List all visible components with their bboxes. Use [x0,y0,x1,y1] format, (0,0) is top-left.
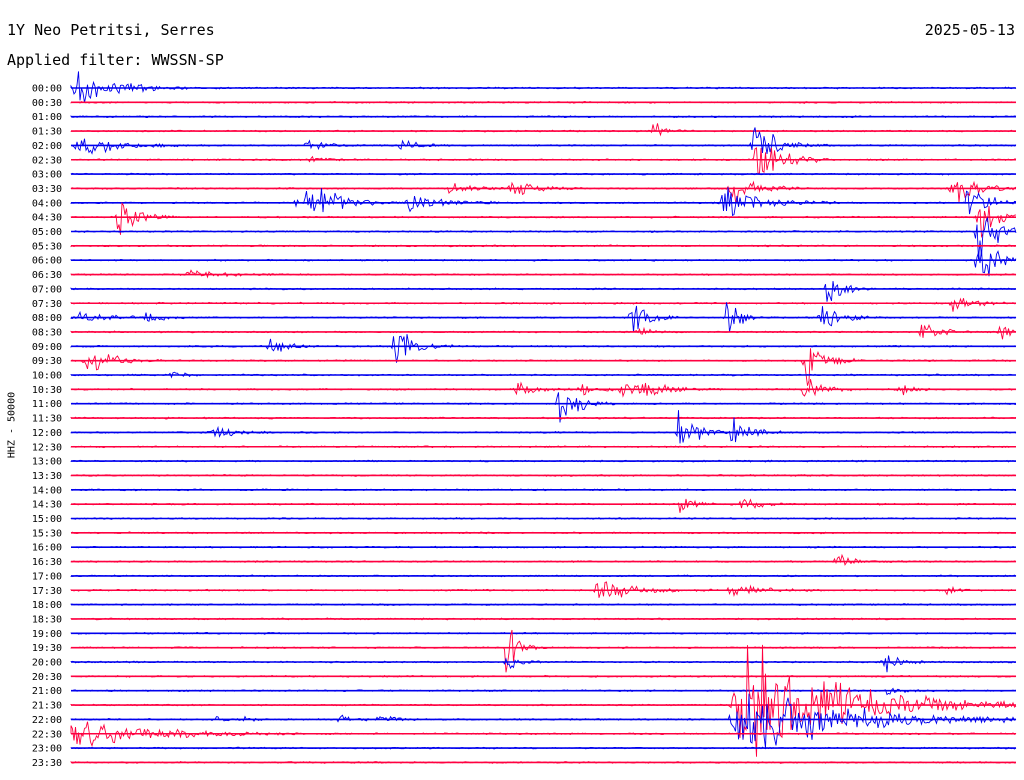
tick-label-1400: 14:00 [32,485,62,496]
trace-row-1930 [70,629,1017,673]
trace-row-0600 [70,250,1017,277]
trace-row-0130 [70,123,1016,137]
tick-label-1030: 10:30 [32,385,62,396]
trace-row-0000 [70,71,1017,103]
tick-label-0800: 08:00 [32,313,62,324]
trace-row-0700 [70,281,1017,302]
tick-label-2300: 23:00 [32,744,62,755]
tick-label-0530: 05:30 [32,241,62,252]
tick-label-0830: 08:30 [32,327,62,338]
trace-row-1200 [70,410,1017,444]
trace-row-1630 [70,553,1017,566]
tick-label-1200: 12:00 [32,428,62,439]
tick-label-0700: 07:00 [32,284,62,295]
tick-label-2330: 23:30 [32,758,62,769]
tick-label-1830: 18:30 [32,614,62,625]
tick-label-1900: 19:00 [32,629,62,640]
trace-row-1430 [70,498,1017,513]
tick-label-1330: 13:30 [32,471,62,482]
tick-labels: 00:00 00:30 01:00 01:30 02:00 02:30 03:00 03:30… [32,84,62,769]
trace-row-0930 [70,348,1017,386]
trace-row-0630 [70,269,1017,279]
trace-row-1030 [70,379,1017,398]
tick-label-0400: 04:00 [32,198,62,209]
tick-label-0200: 02:00 [32,141,62,152]
tick-label-1630: 16:30 [32,557,62,568]
trace-row-0330 [70,180,1017,203]
tick-label-1530: 15:30 [32,528,62,539]
tick-label-1130: 11:30 [32,414,62,425]
tick-label-0900: 09:00 [32,342,62,353]
tick-label-1700: 17:00 [32,571,62,582]
tick-label-0500: 05:00 [32,227,62,238]
tick-label-1930: 19:30 [32,643,62,654]
tick-label-2130: 21:30 [32,701,62,712]
tick-label-0430: 04:30 [32,213,62,224]
tick-label-2000: 20:00 [32,658,62,669]
trace-row-2200 [70,693,1017,748]
tick-label-0000: 00:00 [32,84,62,95]
tick-label-1300: 13:00 [32,457,62,468]
tick-label-1230: 12:30 [32,442,62,453]
tick-label-1600: 16:00 [32,543,62,554]
tick-label-2100: 21:00 [32,686,62,697]
tick-label-0930: 09:30 [32,356,62,367]
tick-label-0230: 02:30 [32,155,62,166]
trace-row-2000 [70,655,1017,673]
tick-label-1430: 14:30 [32,500,62,511]
tick-label-0100: 01:00 [32,112,62,123]
trace-row-0500 [70,216,1017,260]
tick-label-1100: 11:00 [32,399,62,410]
tick-label-2230: 22:30 [32,729,62,740]
trace-row-0730 [70,297,1017,312]
tick-label-0130: 01:30 [32,127,62,138]
tick-label-1500: 15:00 [32,514,62,525]
tick-label-2030: 20:30 [32,672,62,683]
tick-label-1800: 18:00 [32,600,62,611]
traces [70,71,1017,764]
tick-label-0030: 00:30 [32,98,62,109]
tick-label-0300: 03:00 [32,170,62,181]
tick-label-0730: 07:30 [32,299,62,310]
seismogram-plot: 00:00 00:30 01:00 01:30 02:00 02:30 03:00 03:30… [32,71,1017,769]
tick-label-2200: 22:00 [32,715,62,726]
trace-row-0900 [70,334,1017,363]
tick-label-0600: 06:00 [32,256,62,267]
tick-label-0630: 06:30 [32,270,62,281]
tick-label-1000: 10:00 [32,371,62,382]
tick-label-1730: 17:30 [32,586,62,597]
tick-label-0330: 03:30 [32,184,62,195]
